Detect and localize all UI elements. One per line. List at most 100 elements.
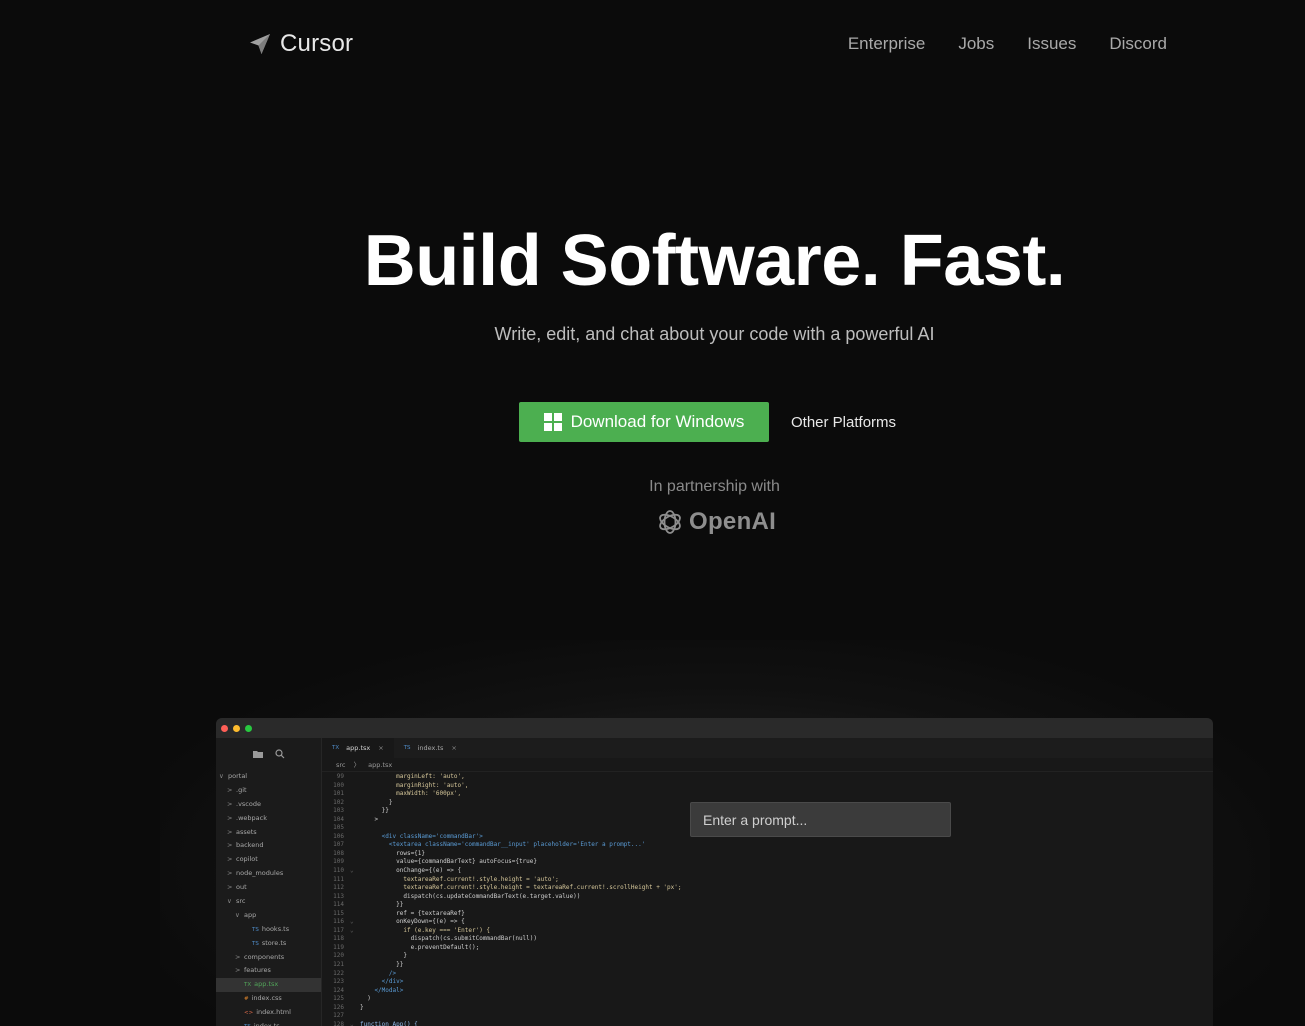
tree-item[interactable]: ∨ app xyxy=(216,909,321,923)
close-tab-icon[interactable]: × xyxy=(378,744,383,752)
fold-icon[interactable] xyxy=(350,978,360,987)
tree-item-label: src xyxy=(236,897,246,906)
breadcrumb-file[interactable]: app.tsx xyxy=(368,761,392,769)
fold-icon[interactable] xyxy=(350,824,360,833)
download-windows-button[interactable]: Download for Windows xyxy=(519,402,769,442)
fold-icon[interactable]: ⌄ xyxy=(350,918,360,927)
fold-icon[interactable]: ⌄ xyxy=(350,927,360,936)
fold-icon[interactable] xyxy=(350,970,360,979)
minimize-window-dot[interactable] xyxy=(233,724,240,732)
fold-icon[interactable] xyxy=(350,961,360,970)
fold-icon[interactable] xyxy=(350,1012,360,1021)
tree-item[interactable]: TSindex.ts xyxy=(216,1020,321,1026)
brand-logo[interactable]: Cursor xyxy=(248,30,353,58)
chevron-right-icon: > xyxy=(227,855,233,864)
nav-link-issues[interactable]: Issues xyxy=(1027,34,1076,54)
line-number: 123 xyxy=(333,978,344,986)
fold-icon[interactable]: ⌄ xyxy=(350,1021,360,1026)
fold-icon[interactable] xyxy=(350,799,360,808)
folder-icon[interactable] xyxy=(252,749,263,759)
file-type-icon: TS xyxy=(252,926,259,933)
fold-icon[interactable] xyxy=(350,807,360,816)
tab-app-tsx[interactable]: TX app.tsx × xyxy=(322,738,394,758)
fold-icon[interactable] xyxy=(350,876,360,885)
code-line: 114 }} xyxy=(322,901,1213,910)
code-text: function App() { xyxy=(360,1020,418,1026)
chevron-right-icon: > xyxy=(227,785,233,794)
openai-icon xyxy=(659,510,681,534)
openai-logo[interactable]: OpenAI xyxy=(654,506,776,538)
tree-item[interactable]: > .webpack xyxy=(216,812,321,826)
prompt-input[interactable] xyxy=(690,802,951,837)
code-text: ref = {textareaRef} xyxy=(360,909,465,917)
tree-item[interactable]: <> index.html xyxy=(216,1006,321,1020)
fold-icon[interactable] xyxy=(350,850,360,859)
line-number: 103 xyxy=(333,807,344,815)
code-line: 99 marginLeft: 'auto', xyxy=(322,773,1213,782)
tree-item[interactable]: > node_modules xyxy=(216,867,321,881)
tree-item-label: hooks.ts xyxy=(261,924,290,933)
tree-item[interactable]: > out xyxy=(216,881,321,895)
fold-icon[interactable] xyxy=(350,995,360,1004)
nav-link-discord[interactable]: Discord xyxy=(1109,34,1167,54)
tree-item[interactable]: > copilot xyxy=(216,853,321,867)
code-text: textareaRef.current!.style.height = text… xyxy=(360,884,682,892)
tree-item[interactable]: TS store.ts xyxy=(216,937,321,951)
breadcrumb-src[interactable]: src xyxy=(336,761,346,769)
openai-wordmark: OpenAI xyxy=(689,508,777,535)
search-icon[interactable] xyxy=(274,749,285,759)
tree-item-label: components xyxy=(244,952,285,961)
code-line: 110 ⌄ onChange={(e) => { xyxy=(322,867,1213,876)
window-titlebar xyxy=(216,718,1213,738)
tree-item-label: out xyxy=(236,883,247,892)
tree-item[interactable]: TX app.tsx xyxy=(216,978,321,993)
fold-icon[interactable] xyxy=(350,884,360,893)
nav-link-jobs[interactable]: Jobs xyxy=(958,34,994,54)
tab-index-ts[interactable]: TS index.ts × xyxy=(394,738,467,758)
code-line: 109 value={commandBarText} autoFocus={tr… xyxy=(322,858,1213,867)
fold-icon[interactable] xyxy=(350,1004,360,1013)
tree-item[interactable]: # index.css xyxy=(216,992,321,1006)
tree-item-label: portal xyxy=(228,772,248,780)
close-window-dot[interactable] xyxy=(221,724,228,732)
fold-icon[interactable] xyxy=(350,833,360,842)
fold-icon[interactable] xyxy=(350,987,360,996)
code-line: 101 maxWidth: '600px', xyxy=(322,790,1213,799)
tree-item[interactable]: TS hooks.ts xyxy=(216,923,321,937)
fold-icon[interactable] xyxy=(350,841,360,850)
code-text: marginLeft: 'auto', xyxy=(360,773,465,780)
fold-icon[interactable] xyxy=(350,952,360,961)
line-number: 100 xyxy=(333,781,344,789)
fold-icon[interactable] xyxy=(350,901,360,910)
tree-item[interactable]: > features xyxy=(216,964,321,978)
fold-icon[interactable] xyxy=(350,935,360,944)
tree-item[interactable]: ∨ src xyxy=(216,895,321,909)
line-number: 122 xyxy=(333,969,344,977)
fold-icon[interactable]: ⌄ xyxy=(350,867,360,876)
maximize-window-dot[interactable] xyxy=(245,724,252,732)
tree-item[interactable]: ∨ portal xyxy=(216,770,321,784)
fold-icon[interactable] xyxy=(350,782,360,791)
tree-item[interactable]: > .git xyxy=(216,784,321,798)
fold-icon[interactable] xyxy=(350,944,360,953)
code-line: 122 /> xyxy=(322,970,1213,979)
nav-link-enterprise[interactable]: Enterprise xyxy=(848,34,925,54)
fold-icon[interactable] xyxy=(350,816,360,825)
tree-item[interactable]: > backend xyxy=(216,839,321,853)
fold-icon[interactable] xyxy=(350,773,360,782)
fold-icon[interactable] xyxy=(350,858,360,867)
tree-item[interactable]: > assets xyxy=(216,826,321,840)
code-line: 111 textareaRef.current!.style.height = … xyxy=(322,876,1213,885)
tree-item[interactable]: > .vscode xyxy=(216,798,321,812)
chevron-right-icon: > xyxy=(235,966,241,975)
code-text: } xyxy=(360,952,407,960)
tree-item[interactable]: > components xyxy=(216,951,321,965)
close-tab-icon[interactable]: × xyxy=(451,744,456,752)
fold-icon[interactable] xyxy=(350,893,360,902)
code-text: textareaRef.current!.style.height = 'aut… xyxy=(360,875,559,883)
line-number: 119 xyxy=(333,943,344,951)
fold-icon[interactable] xyxy=(350,790,360,799)
code-line: 123 </div> xyxy=(322,978,1213,987)
fold-icon[interactable] xyxy=(350,910,360,919)
other-platforms-link[interactable]: Other Platforms xyxy=(791,414,896,431)
